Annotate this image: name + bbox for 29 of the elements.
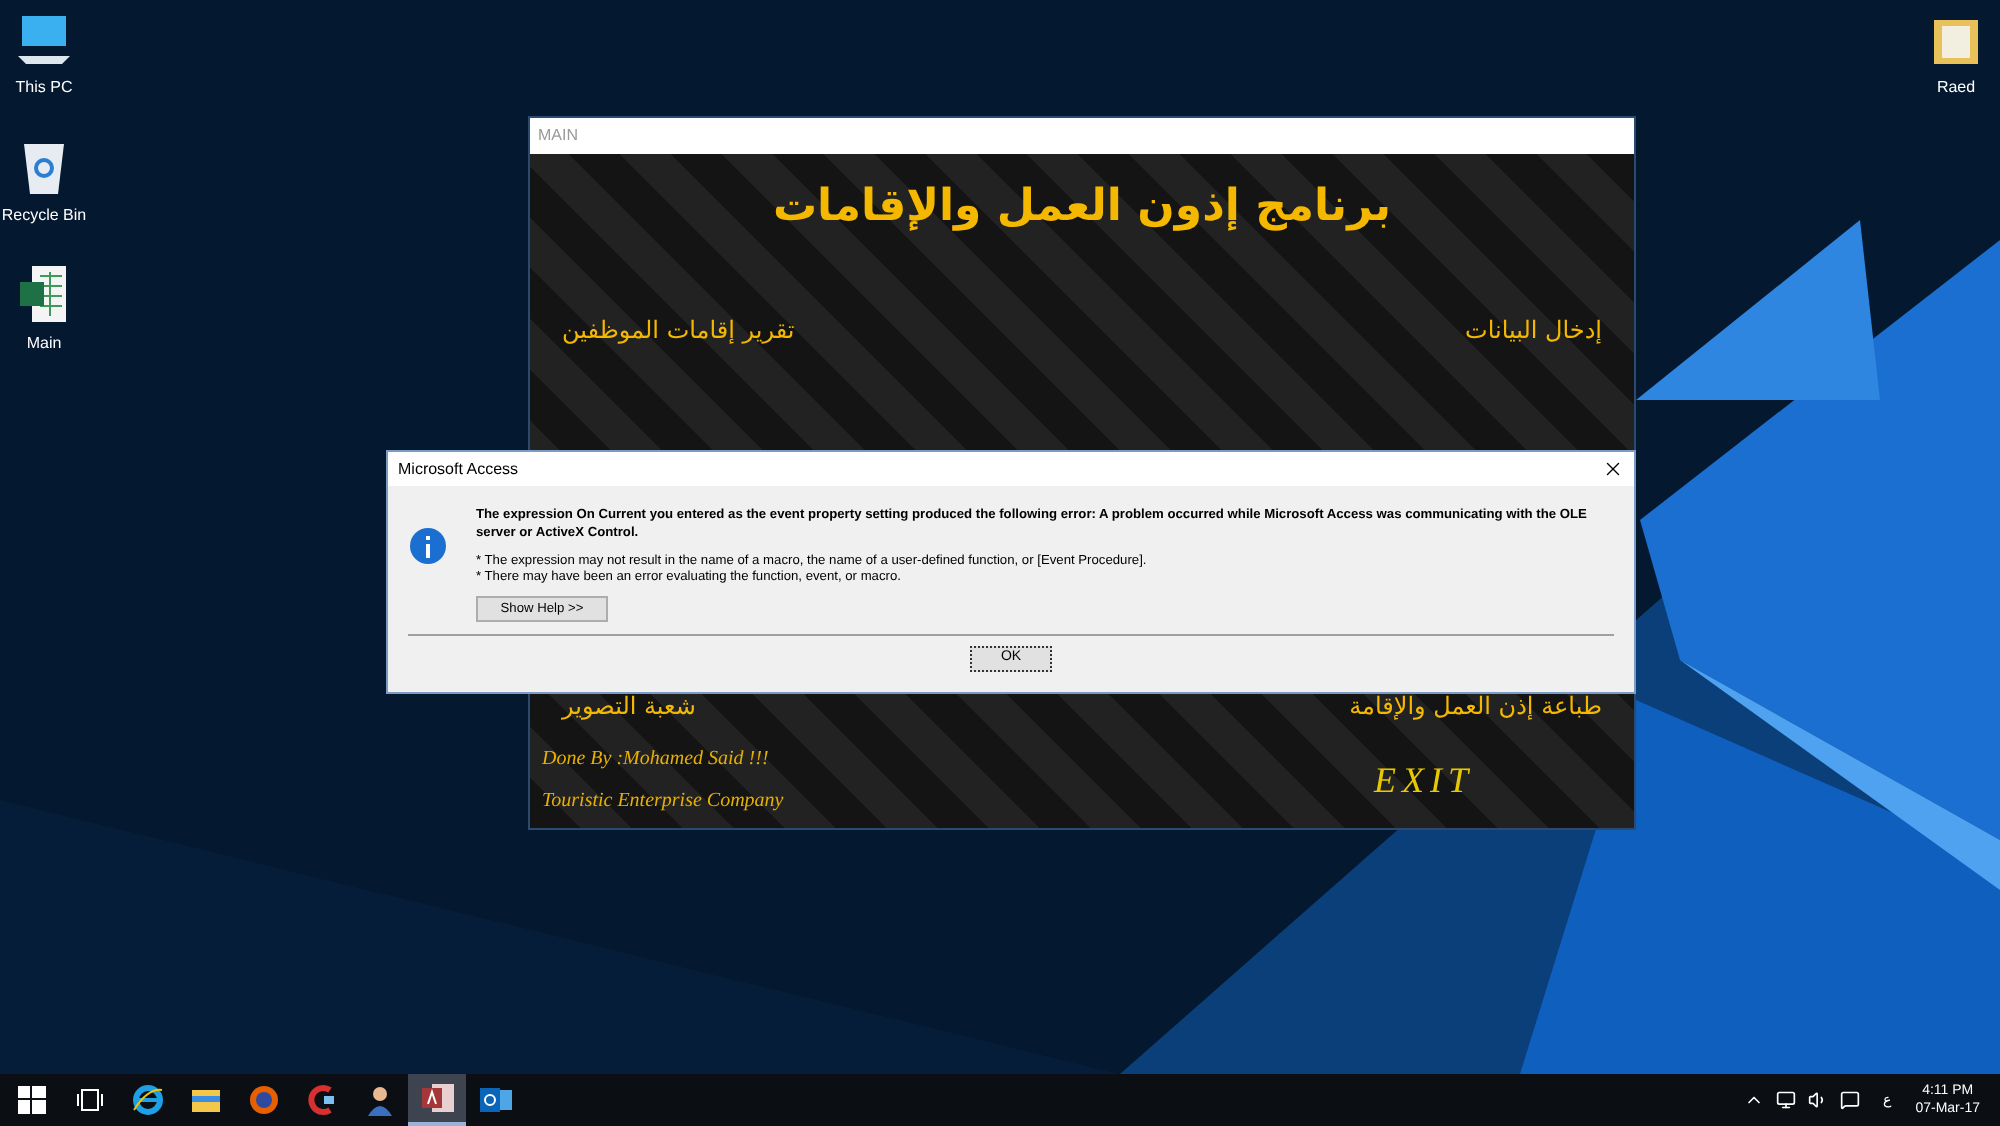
menu-link[interactable]: شعبة التصوير [562, 688, 696, 724]
taskbar-button[interactable] [408, 1074, 466, 1126]
mail-app-icon [477, 1084, 513, 1116]
user-icon [363, 1084, 395, 1116]
windows-logo-icon [17, 1086, 45, 1114]
exit-link[interactable]: EXIT [1374, 753, 1474, 807]
computer-icon [14, 12, 74, 68]
task-view-icon [75, 1088, 103, 1112]
notifications-icon[interactable] [1839, 1090, 1860, 1110]
spreadsheet-icon [18, 264, 70, 324]
volume-icon[interactable] [1807, 1090, 1828, 1110]
browser-icon [131, 1084, 163, 1116]
database-app-icon [419, 1082, 455, 1114]
menu-link[interactable]: تقرير إقامات الموظفين [562, 312, 795, 348]
desktop-icon-label[interactable]: This PC [15, 76, 73, 100]
app-heading: برنامج إذون العمل والإقامات [772, 180, 1392, 236]
folder-icon [189, 1086, 221, 1114]
desktop-icon-label[interactable]: Raed [1936, 76, 1976, 100]
credit-text: Touristic Enterprise Company [542, 788, 784, 816]
window-title: MAIN [538, 124, 578, 148]
brush-icon [305, 1084, 337, 1116]
credit-text: Done By :Mohamed Said !!! [542, 746, 771, 774]
desktop-icon-label[interactable]: Recycle Bin [1, 204, 87, 228]
info-icon [410, 528, 446, 564]
dialog-title: Microsoft Access [398, 457, 519, 481]
menu-link[interactable]: إدخال البيانات [1465, 312, 1602, 348]
desktop-icon-label[interactable]: Main [26, 332, 62, 356]
menu-link[interactable]: طباعة إذن العمل والإقامة [1349, 688, 1602, 724]
close-icon[interactable] [1602, 458, 1624, 480]
